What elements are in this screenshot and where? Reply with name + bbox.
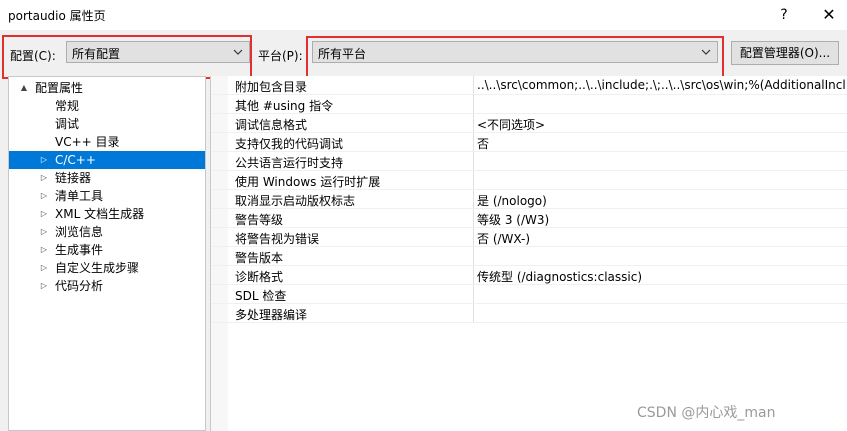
property-tree[interactable]: ▲ 配置属性常规调试 VC++ 目录 ▷ C/C++ ▷ 链接器 ▷ 清单工具 ▷ XML 文档生成… (8, 76, 206, 431)
title-bar: portaudio 属性页 ? ✕ (0, 0, 847, 30)
property-grid[interactable]: 附加包含目录 ..\..\src\common;..\..\include;.\;… (210, 76, 847, 431)
tree-item[interactable]: ▷ 浏览信息 (9, 223, 205, 241)
property-name: 调试信息格式 (235, 118, 308, 132)
property-name: 公共语言运行时支持 (235, 156, 344, 170)
collapsed-caret-icon[interactable]: ▷ (39, 259, 49, 277)
property-name: 使用 Windows 运行时扩展 (235, 175, 381, 189)
tree-item-label: XML 文档生成器 (55, 207, 145, 221)
collapsed-caret-icon[interactable]: ▷ (39, 187, 49, 205)
configuration-manager-button[interactable]: 配置管理器(O)... (731, 41, 839, 65)
config-label: 配置(C): (10, 49, 56, 63)
platform-select[interactable]: 所有平台 (312, 41, 718, 63)
collapsed-caret-icon[interactable]: ▷ (39, 241, 49, 259)
window-title: portaudio 属性页 (8, 9, 106, 23)
property-row[interactable]: 警告版本 (211, 247, 847, 266)
tree-item[interactable]: ▷ C/C++ (9, 151, 205, 169)
config-select[interactable]: 所有配置 (66, 41, 250, 63)
property-name: SDL 检查 (235, 289, 287, 303)
property-name: 其他 #using 指令 (235, 99, 334, 113)
property-value[interactable]: <不同选项> (477, 116, 545, 133)
property-row[interactable]: 使用 Windows 运行时扩展 (211, 171, 847, 190)
help-button[interactable]: ? (770, 4, 798, 26)
tree-item[interactable]: ▷ 生成事件 (9, 241, 205, 259)
tree-item[interactable]: 调试 (9, 115, 205, 133)
property-name: 取消显示启动版权标志 (235, 194, 356, 208)
tree-item-label: VC++ 目录 (55, 135, 120, 149)
tree-item-label: 调试 (55, 117, 80, 131)
property-name: 多处理器编译 (235, 308, 308, 322)
tree-item-label: 生成事件 (55, 243, 104, 257)
property-name: 诊断格式 (235, 270, 284, 284)
tree-item-label: 配置属性 (35, 81, 84, 95)
tree-item-label: 浏览信息 (55, 225, 104, 239)
property-value[interactable]: ..\..\src\common;..\..\include;.\;..\..\… (477, 78, 846, 92)
property-row[interactable]: SDL 检查 (211, 285, 847, 304)
tree-item[interactable]: ▷ XML 文档生成器 (9, 205, 205, 223)
property-row[interactable]: 其他 #using 指令 (211, 95, 847, 114)
property-row[interactable]: 多处理器编译 (211, 304, 847, 323)
tree-item-label: 清单工具 (55, 189, 104, 203)
property-name: 警告等级 (235, 213, 284, 227)
property-name: 附加包含目录 (235, 80, 308, 94)
config-select-value: 所有配置 (72, 47, 121, 61)
tree-item-label: C/C++ (55, 153, 96, 167)
property-row[interactable]: 支持仅我的代码调试 否 (211, 133, 847, 152)
expanded-caret-icon[interactable]: ▲ (19, 79, 29, 97)
tree-item[interactable]: ▷ 清单工具 (9, 187, 205, 205)
tree-item[interactable]: ▲ 配置属性 (9, 79, 205, 97)
tree-item-label: 常规 (55, 99, 80, 113)
configuration-toolbar: 配置(C): 所有配置 平台(P): 所有平台 (0, 30, 847, 80)
property-row[interactable]: 公共语言运行时支持 (211, 152, 847, 171)
tree-item[interactable]: ▷ 链接器 (9, 169, 205, 187)
tree-item[interactable]: ▷ 代码分析 (9, 277, 205, 295)
collapsed-caret-icon[interactable]: ▷ (39, 205, 49, 223)
property-row[interactable]: 取消显示启动版权标志 是 (/nologo) (211, 190, 847, 209)
chevron-down-icon (701, 49, 711, 55)
collapsed-caret-icon[interactable]: ▷ (39, 151, 49, 169)
platform-label: 平台(P): (258, 49, 303, 63)
tree-item-label: 代码分析 (55, 279, 104, 293)
property-pages-window: portaudio 属性页 ? ✕ 配置(C): 所有配置 平台(P): 所有平… (0, 0, 847, 431)
platform-select-value: 所有平台 (318, 47, 367, 61)
watermark: CSDN @内心戏_man (637, 405, 776, 421)
tree-item[interactable]: 常规 (9, 97, 205, 115)
property-name: 将警告视为错误 (235, 232, 320, 246)
property-value[interactable]: 等级 3 (/W3) (477, 211, 549, 228)
close-button[interactable]: ✕ (815, 4, 843, 26)
property-row[interactable]: 附加包含目录 ..\..\src\common;..\..\include;.\;… (211, 76, 847, 95)
property-row[interactable]: 将警告视为错误 否 (/WX-) (211, 228, 847, 247)
property-row[interactable]: 调试信息格式 <不同选项> (211, 114, 847, 133)
collapsed-caret-icon[interactable]: ▷ (39, 277, 49, 295)
tree-item[interactable]: ▷ 自定义生成步骤 (9, 259, 205, 277)
property-name: 支持仅我的代码调试 (235, 137, 344, 151)
property-value[interactable]: 传统型 (/diagnostics:classic) (477, 268, 642, 285)
property-name: 警告版本 (235, 251, 284, 265)
collapsed-caret-icon[interactable]: ▷ (39, 223, 49, 241)
collapsed-caret-icon[interactable]: ▷ (39, 169, 49, 187)
chevron-down-icon (233, 49, 243, 55)
property-value[interactable]: 是 (/nologo) (477, 192, 547, 209)
property-row[interactable]: 警告等级 等级 3 (/W3) (211, 209, 847, 228)
tree-item[interactable]: VC++ 目录 (9, 133, 205, 151)
property-row[interactable]: 诊断格式 传统型 (/diagnostics:classic) (211, 266, 847, 285)
tree-item-label: 自定义生成步骤 (55, 261, 140, 275)
property-value[interactable]: 否 (/WX-) (477, 230, 530, 247)
property-value[interactable]: 否 (477, 135, 489, 152)
tree-item-label: 链接器 (55, 171, 92, 185)
